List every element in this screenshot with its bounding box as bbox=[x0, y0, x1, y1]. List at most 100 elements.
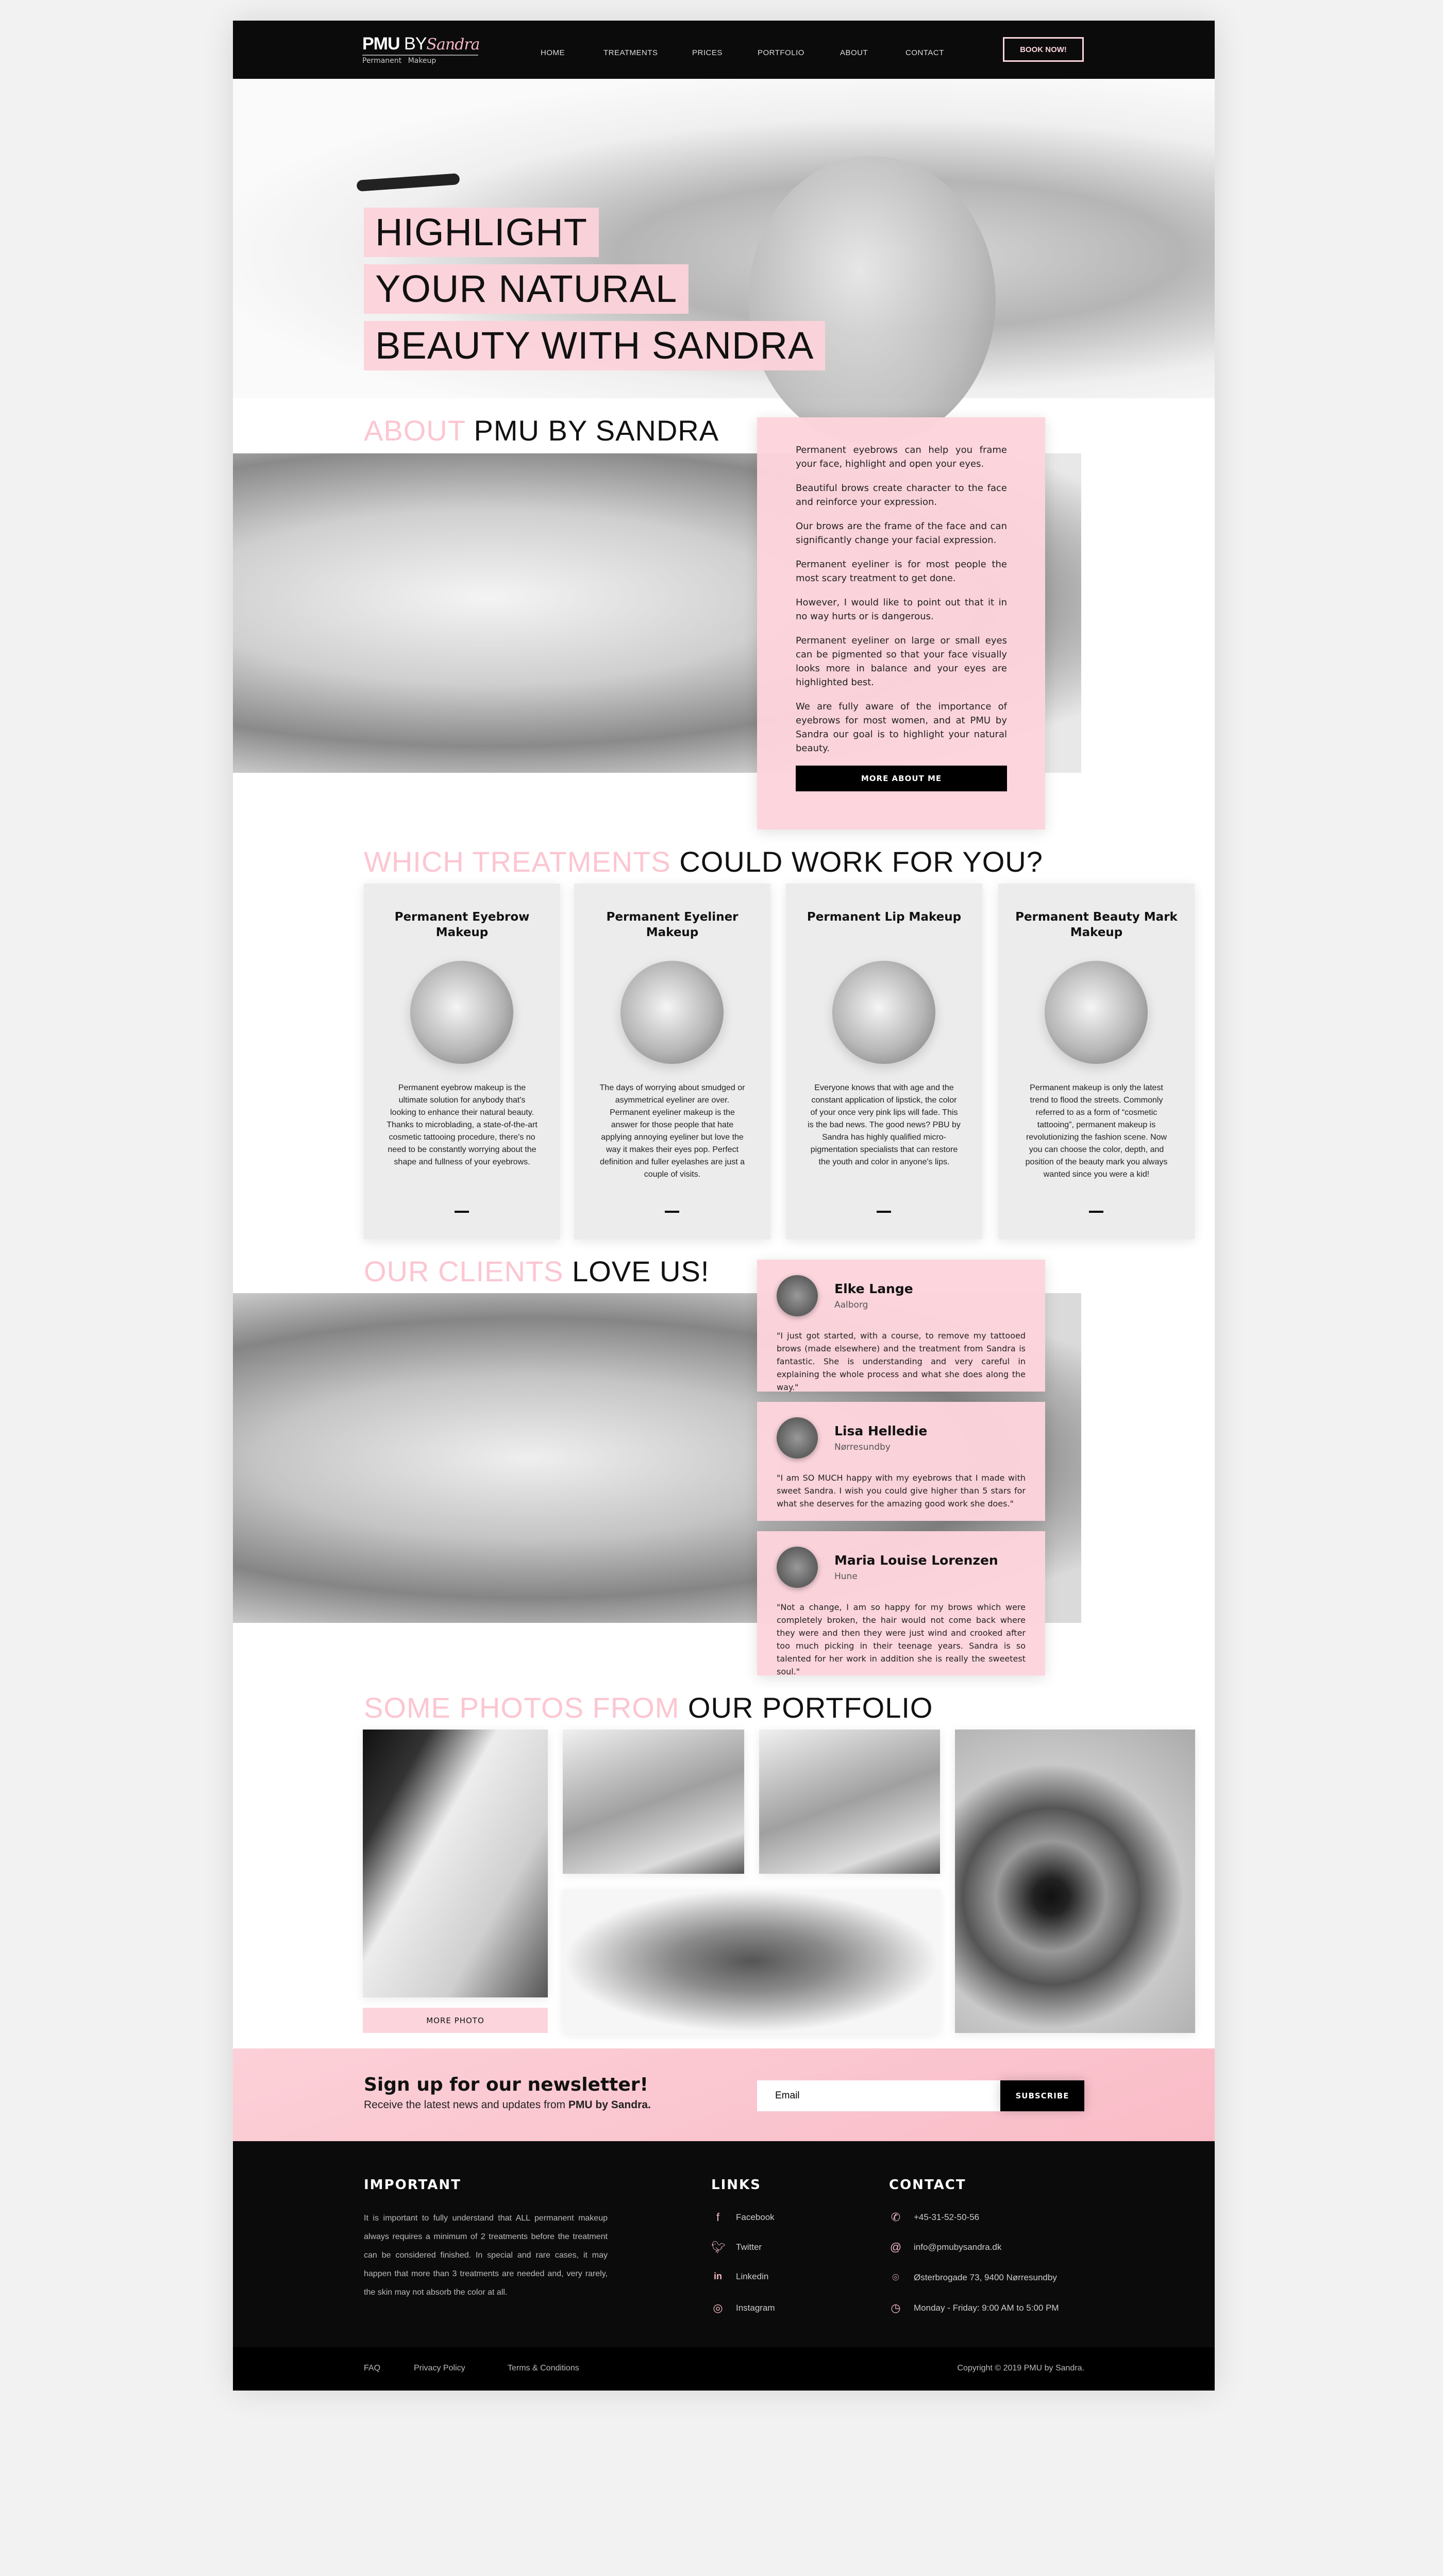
heading-rest: COULD WORK FOR YOU? bbox=[679, 845, 1043, 878]
subscribe-button[interactable]: SUBSCRIBE bbox=[1000, 2080, 1084, 2111]
testimonial-card: Lisa Helledie Nørresundby "I am SO MUCH … bbox=[757, 1402, 1045, 1521]
about-paragraph: Permanent eyebrows can help you frame yo… bbox=[796, 445, 1007, 469]
twitter-icon: 🐦︎ bbox=[711, 2241, 726, 2253]
testimonial-quote: "I just got started, with a course, to r… bbox=[777, 1331, 1026, 1392]
portfolio-photo-lips[interactable] bbox=[563, 1889, 940, 2033]
treatment-card-beauty-mark[interactable]: Permanent Beauty Mark Makeup Permanent m… bbox=[998, 884, 1195, 1239]
card-image bbox=[1045, 961, 1148, 1064]
link-label: Linkedin bbox=[736, 2271, 769, 2281]
testimonial-quote: "Not a change, I am so happy for my brow… bbox=[777, 1602, 1026, 1676]
testimonial-card: Elke Lange Aalborg "I just got started, … bbox=[757, 1260, 1045, 1392]
card-divider bbox=[455, 1211, 469, 1213]
nav-portfolio[interactable]: PORTFOLIO bbox=[758, 48, 804, 57]
more-about-me-button[interactable]: MORE ABOUT ME bbox=[796, 766, 1007, 791]
portfolio-photo[interactable] bbox=[759, 1730, 940, 1874]
about-paragraph: Permanent eyeliner is for most people th… bbox=[796, 559, 1007, 584]
contact-value: Monday - Friday: 9:00 AM to 5:00 PM bbox=[914, 2303, 1059, 2313]
footer: IMPORTANT It is important to fully under… bbox=[233, 2141, 1215, 2347]
logo[interactable]: PMU BYSandra bbox=[362, 34, 480, 54]
nav-home[interactable]: HOME bbox=[541, 48, 565, 57]
card-text: Permanent eyebrow makeup is the ultimate… bbox=[387, 1083, 538, 1166]
about-paragraph: Our brows are the frame of the face and … bbox=[796, 521, 1007, 546]
heading-rest: OUR PORTFOLIO bbox=[687, 1691, 933, 1724]
contact-address: ⌾ Østerbrogade 73, 9400 Nørresundby bbox=[889, 2271, 1057, 2284]
copyright: Copyright © 2019 PMU by Sandra. bbox=[957, 2364, 1084, 2372]
card-title: Permanent Lip Makeup bbox=[807, 910, 962, 924]
testimonial-city: Aalborg bbox=[834, 1300, 868, 1310]
testimonial-city: Nørresundby bbox=[834, 1442, 891, 1452]
facebook-icon: f bbox=[716, 2211, 720, 2224]
logo-script: Sandra bbox=[426, 36, 480, 54]
contact-value: info@pmubysandra.dk bbox=[914, 2242, 1002, 2252]
logo-by: BY bbox=[404, 34, 427, 54]
footer-bottom-bar: FAQ Privacy Policy Terms & Conditions Co… bbox=[233, 2347, 1215, 2391]
about-heading: ABOUT PMU BY SANDRA bbox=[364, 414, 719, 447]
about-paragraph: However, I would like to point out that … bbox=[796, 597, 1007, 622]
newsletter-brand: PMU by Sandra. bbox=[568, 2099, 651, 2111]
link-label: Twitter bbox=[736, 2242, 762, 2252]
email-input[interactable] bbox=[757, 2080, 1000, 2111]
testimonial-name: Elke Lange bbox=[834, 1281, 913, 1296]
nav-prices[interactable]: PRICES bbox=[692, 48, 723, 57]
nav-contact[interactable]: CONTACT bbox=[905, 48, 944, 57]
portfolio-photo[interactable] bbox=[363, 1730, 548, 1997]
card-text: The days of worrying about smudged or as… bbox=[599, 1083, 745, 1179]
avatar bbox=[777, 1275, 818, 1316]
instagram-icon: ◎ bbox=[713, 2301, 723, 2314]
contact-phone[interactable]: ✆ +45-31-52-50-56 bbox=[889, 2211, 979, 2224]
testimonial-card: Maria Louise Lorenzen Hune "Not a change… bbox=[757, 1531, 1045, 1676]
about-text-panel: Permanent eyebrows can help you frame yo… bbox=[757, 417, 1045, 829]
more-photo-button[interactable]: MORE PHOTO bbox=[363, 2008, 548, 2033]
footer-contact-heading: CONTACT bbox=[889, 2177, 966, 2193]
terms-link[interactable]: Terms & Conditions bbox=[508, 2364, 579, 2373]
heading-rest: LOVE US! bbox=[572, 1255, 710, 1287]
avatar bbox=[777, 1417, 818, 1459]
about-paragraph: Beautiful brows create character to the … bbox=[796, 483, 1007, 507]
portfolio-photo-eye[interactable] bbox=[955, 1730, 1195, 2033]
link-label: Facebook bbox=[736, 2212, 775, 2222]
contact-value: +45-31-52-50-56 bbox=[914, 2212, 980, 2222]
footer-link-facebook[interactable]: f Facebook bbox=[711, 2211, 775, 2224]
testimonial-name: Lisa Helledie bbox=[834, 1423, 928, 1438]
website: PMU BYSandra Permanent Makeup HOME TREAT… bbox=[233, 21, 1215, 2391]
treatment-card-lip[interactable]: Permanent Lip Makeup Everyone knows that… bbox=[786, 884, 982, 1239]
footer-link-instagram[interactable]: ◎ Instagram bbox=[711, 2301, 775, 2315]
hero-headline-line-2: YOUR NATURAL bbox=[364, 264, 689, 314]
heading-accent: OUR CLIENTS bbox=[364, 1255, 564, 1287]
clients-heading: OUR CLIENTS LOVE US! bbox=[364, 1255, 709, 1288]
logo-pmu: PMU bbox=[362, 34, 400, 54]
location-pin-icon: ⌾ bbox=[892, 2271, 899, 2284]
footer-link-twitter[interactable]: 🐦︎ Twitter bbox=[711, 2241, 762, 2254]
pen-shape bbox=[356, 173, 460, 192]
hero-headline-line-3: BEAUTY WITH SANDRA bbox=[364, 321, 826, 370]
treatment-card-eyeliner[interactable]: Permanent Eyeliner Makeup The days of wo… bbox=[574, 884, 770, 1239]
nav-about[interactable]: ABOUT bbox=[840, 48, 868, 57]
logo-divider bbox=[362, 55, 478, 56]
footer-link-linkedin[interactable]: in Linkedin bbox=[711, 2271, 768, 2282]
heading-accent: SOME PHOTOS FROM bbox=[364, 1691, 680, 1724]
clock-icon: ◷ bbox=[891, 2301, 901, 2314]
card-image bbox=[620, 961, 724, 1064]
hero-image: HIGHLIGHT YOUR NATURAL BEAUTY WITH SANDR… bbox=[233, 79, 1215, 445]
contact-value: Østerbrogade 73, 9400 Nørresundby bbox=[914, 2273, 1057, 2282]
treatment-card-eyebrow[interactable]: Permanent Eyebrow Makeup Permanent eyebr… bbox=[364, 884, 560, 1239]
linkedin-icon: in bbox=[714, 2271, 722, 2281]
top-navigation: PMU BYSandra Permanent Makeup HOME TREAT… bbox=[233, 21, 1215, 79]
contact-email[interactable]: @ info@pmubysandra.dk bbox=[889, 2241, 1002, 2254]
treatments-heading: WHICH TREATMENTS COULD WORK FOR YOU? bbox=[364, 845, 1043, 878]
testimonial-city: Hune bbox=[834, 1571, 858, 1582]
faq-link[interactable]: FAQ bbox=[364, 2364, 380, 2373]
testimonial-name: Maria Louise Lorenzen bbox=[834, 1553, 998, 1568]
card-divider bbox=[665, 1211, 679, 1213]
newsletter-title: Sign up for our newsletter! bbox=[364, 2074, 648, 2095]
privacy-policy-link[interactable]: Privacy Policy bbox=[414, 2364, 465, 2373]
portfolio-photo[interactable] bbox=[563, 1730, 744, 1874]
about-paragraph: Permanent eyeliner on large or small eye… bbox=[796, 635, 1007, 688]
book-now-button[interactable]: BOOK NOW! bbox=[1003, 37, 1084, 62]
footer-important-text: It is important to fully understand that… bbox=[364, 2214, 608, 2297]
contact-hours: ◷ Monday - Friday: 9:00 AM to 5:00 PM bbox=[889, 2301, 1059, 2315]
card-divider bbox=[877, 1211, 891, 1213]
avatar bbox=[777, 1547, 818, 1588]
nav-treatments[interactable]: TREATMENTS bbox=[603, 48, 658, 57]
card-title: Permanent Beauty Mark Makeup bbox=[1015, 910, 1178, 939]
